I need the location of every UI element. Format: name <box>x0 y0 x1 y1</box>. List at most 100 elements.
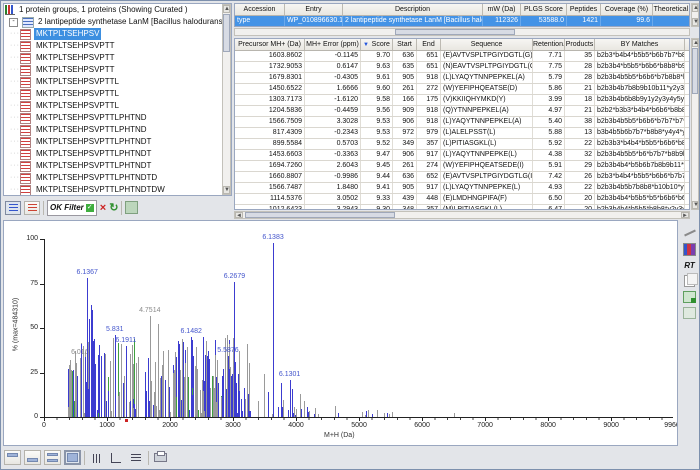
column-header-by-matches[interactable]: BY Matches <box>595 39 685 50</box>
tree-branch-line: ··· <box>10 52 20 64</box>
collapse-icon[interactable]: - <box>9 18 18 27</box>
scroll-up-button[interactable]: ▲ <box>692 4 698 12</box>
scroll-thumb[interactable] <box>692 48 698 94</box>
column-header-theoretical-peptides[interactable]: Theoretical Peptides <box>653 4 690 15</box>
spectrum-peak <box>368 410 369 417</box>
peak-display-icon[interactable] <box>88 450 105 465</box>
peptide-table-row[interactable]: 1204.5836-0.44599.56909918(Q)YTNNPEPKEL(… <box>235 106 689 117</box>
scroll-down-button[interactable]: ▼ <box>223 186 230 194</box>
peptide-label: MKTPLTSEHPSVPTTL <box>34 76 121 88</box>
scroll-up-button[interactable]: ▲ <box>223 5 230 13</box>
scroll-left-button[interactable]: ◄ <box>235 212 243 218</box>
peptide-table-row[interactable]: 817.4309-0.23439.53972979(L)ALELPSST(L)5… <box>235 128 689 139</box>
column-header-mh-error-ppm-[interactable]: MH+ Error (ppm) <box>305 39 361 50</box>
column-header-sequence[interactable]: Sequence <box>441 39 533 50</box>
tree-peptide-item[interactable]: ···MKTPLTSEHPSVPTTL <box>4 88 222 100</box>
rt-toggle-button[interactable]: RT <box>683 259 697 271</box>
column-header-coverage-[interactable]: Coverage (%) <box>601 4 653 15</box>
scroll-thumb[interactable] <box>245 212 395 218</box>
grid-view-icon[interactable] <box>125 201 138 214</box>
peptide-table-row[interactable]: 1679.8301-0.43059.61905918(L)LYAQYTNNPEP… <box>235 73 689 84</box>
copy-icon[interactable] <box>683 275 697 287</box>
layout-bottom-icon[interactable] <box>24 450 41 465</box>
scroll-thumb[interactable] <box>223 14 230 52</box>
y-axis <box>44 239 45 418</box>
tree-peptide-item[interactable]: ···MKTPLTSEHPSVPTTLPHTND <box>4 112 222 124</box>
tree-peptide-item[interactable]: ···MKTPLTSEHPSVPTTLPHTNDTD <box>4 172 222 184</box>
tree-peptide-item[interactable]: ···MKTPLTSEHPSVPTT <box>4 64 222 76</box>
x-tick <box>611 417 612 421</box>
column-header-products[interactable]: Products <box>565 39 595 50</box>
tree-root-item[interactable]: 1 protein groups, 1 proteins (Showing Cu… <box>4 4 222 16</box>
tree-peptide-item[interactable]: ···MKTPLTSEHPSVPTT <box>4 40 222 52</box>
column-header-start[interactable]: Start <box>393 39 417 50</box>
protein-list-icon[interactable] <box>5 201 21 215</box>
histogram-icon[interactable] <box>683 243 697 255</box>
scroll-down-button[interactable]: ▼ <box>692 201 698 209</box>
tree-peptide-item[interactable]: ···MKTPLTSEHPSVPTTL <box>4 76 222 88</box>
tree-peptide-item[interactable]: ···MKTPLTSEHPSVPTTLPHTNDT <box>4 160 222 172</box>
save-image-icon[interactable] <box>683 307 697 319</box>
column-header-accession[interactable]: Accession <box>235 4 285 15</box>
column-header-end[interactable]: End <box>417 39 441 50</box>
ok-filter-button[interactable]: OK Filter ✓ <box>47 200 97 216</box>
column-header-entry[interactable]: Entry <box>285 4 343 15</box>
layout-split-icon[interactable] <box>44 450 61 465</box>
peptide-table-row[interactable]: 1450.65221.66669.60261272(W)YEFIPHQEATSE… <box>235 84 689 95</box>
scroll-down-button[interactable]: ▼ <box>692 18 698 26</box>
peptide-table-row[interactable]: 1453.6603-0.33639.47906917(L)YAQYTNNPEPK… <box>235 150 689 161</box>
column-header-plgs-score[interactable]: PLGS Score <box>521 4 567 15</box>
peptide-vertical-scrollbar[interactable]: ▲ ▼ <box>691 38 699 210</box>
scroll-thumb[interactable] <box>395 29 515 35</box>
peptide-table-row[interactable]: 1566.75093.30289.53906918(L)YAQYTNNPEPKE… <box>235 117 689 128</box>
scroll-up-button[interactable]: ▲ <box>692 39 698 47</box>
clear-filter-icon[interactable]: × <box>100 201 106 215</box>
peptide-table-row[interactable]: 1603.8602-0.11459.70636651(E)AVTVSPLTPGI… <box>235 51 689 62</box>
cell: (L)YAQYTNNPEPKEL(A) <box>441 117 533 127</box>
peptide-table-row[interactable]: 1303.7173-1.61209.58166175(V)KKIIQHYMKD(… <box>235 95 689 106</box>
print-icon[interactable] <box>152 450 169 465</box>
spectrum-chart-panel[interactable]: % (max=484310) M+H (Da) 0255075100010002… <box>3 220 678 446</box>
peptide-table-row[interactable]: 1660.8807-0.99869.44636652(E)AVTVSPLTPGI… <box>235 172 689 183</box>
column-header-description[interactable]: Description <box>343 4 483 15</box>
peak-label: 5.5876 <box>213 347 243 354</box>
tree-peptide-item[interactable]: ···MKTPLTSEHPSVPTTL <box>4 100 222 112</box>
layout-top-icon[interactable] <box>4 450 21 465</box>
column-header-peptides[interactable]: Peptides <box>567 4 601 15</box>
protein-horizontal-scrollbar[interactable] <box>234 28 690 36</box>
x-tick <box>170 417 171 421</box>
tree-branch-line: ··· <box>10 40 20 52</box>
protein-table-row[interactable]: typeWP_010896630.12 lantipeptide synthet… <box>235 16 689 27</box>
export-icon[interactable] <box>683 291 697 303</box>
column-header-retention-[interactable]: Retention.. <box>533 39 565 50</box>
peptide-table-row[interactable]: 1732.90530.61479.63635651(N)EAVTVSPLTPGI… <box>235 62 689 73</box>
tree-peptide-item[interactable]: ···MKTPLTSEHPSVPTTLPHTND <box>4 124 222 136</box>
peptide-table-row[interactable]: 1114.53763.05029.33439448(E)LMDHNGPIFA(F… <box>235 194 689 205</box>
peptide-horizontal-scrollbar[interactable]: ◄ ► <box>234 211 690 219</box>
peptide-table-row[interactable]: 899.55840.57039.52349357(L)PITIASGKL(L)5… <box>235 139 689 150</box>
column-header-precursor-mh-da-[interactable]: Precursor MH+ (Da) <box>235 39 305 50</box>
peptide-table-row[interactable]: 1012.64233.29439.30348357(M)LPITIASGKL(L… <box>235 205 689 210</box>
tree-peptide-item[interactable]: ···MKTPLTSEHPSVPTTLPHTNDT <box>4 136 222 148</box>
layout-full-icon[interactable] <box>64 450 81 465</box>
scroll-right-button[interactable]: ► <box>681 212 689 218</box>
peptide-table-row[interactable]: 1694.72602.60439.45261274(W)YEFIPHQEATSE… <box>235 161 689 172</box>
protein-vertical-scrollbar[interactable]: ▲ ▼ <box>691 3 699 27</box>
tree-peptide-item[interactable]: ···MKTPLTSEHPSVPTT <box>4 52 222 64</box>
peptide-list-icon[interactable] <box>24 201 40 215</box>
tree-protein-item[interactable]: -2 lantipeptide synthetase LanM [Bacillu… <box>4 16 222 28</box>
tree-peptide-item[interactable]: ···MKTPLTSEHPSV <box>4 28 222 40</box>
column-header-score[interactable]: ▼ Score <box>361 39 393 50</box>
peptide-table-row[interactable]: 1566.74871.84809.41905917(L)LYAQYTNNPEPK… <box>235 183 689 194</box>
cell: 274 <box>417 161 441 171</box>
refresh-icon[interactable]: ↻ <box>109 201 118 215</box>
curve-tool-icon[interactable] <box>683 227 697 239</box>
tree-vertical-scrollbar[interactable]: ▲ ▼ <box>222 4 231 195</box>
column-header-mw-da-[interactable]: mW (Da) <box>483 4 521 15</box>
x-tick-label: 6000 <box>407 422 437 429</box>
tree-peptide-item[interactable]: ···MKTPLTSEHPSVPTTLPHTNDTDW <box>4 184 222 195</box>
peak-list-icon[interactable] <box>128 450 145 465</box>
peptide-label: MKTPLTSEHPSVPTTLPHTNDT <box>34 160 153 172</box>
tree-peptide-item[interactable]: ···MKTPLTSEHPSVPTTLPHTNDT <box>4 148 222 160</box>
axes-icon[interactable] <box>108 450 125 465</box>
